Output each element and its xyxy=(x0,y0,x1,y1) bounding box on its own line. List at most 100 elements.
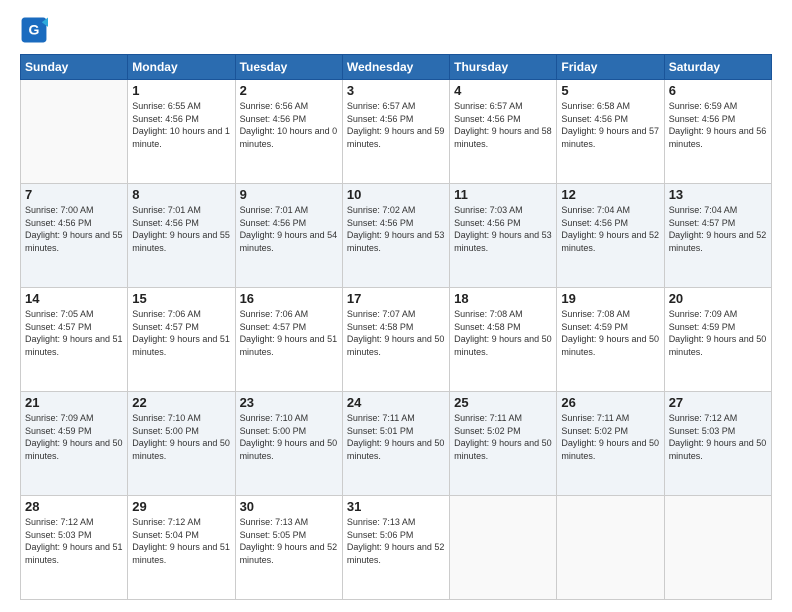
day-info: Sunrise: 6:56 AMSunset: 4:56 PMDaylight:… xyxy=(240,100,338,150)
day-info: Sunrise: 7:10 AMSunset: 5:00 PMDaylight:… xyxy=(132,412,230,462)
calendar-cell: 19 Sunrise: 7:08 AMSunset: 4:59 PMDayligh… xyxy=(557,288,664,392)
day-number: 13 xyxy=(669,187,767,202)
day-number: 5 xyxy=(561,83,659,98)
weekday-header-monday: Monday xyxy=(128,55,235,80)
day-number: 7 xyxy=(25,187,123,202)
day-info: Sunrise: 6:59 AMSunset: 4:56 PMDaylight:… xyxy=(669,100,767,150)
calendar-cell: 23Sunrise: 7:10 AMSunset: 5:00 PMDayligh… xyxy=(235,392,342,496)
day-info: Sunrise: 6:57 AMSunset: 4:56 PMDaylight:… xyxy=(454,100,552,150)
day-info: Sunrise: 7:08 AMSunset: 4:59 PMDaylight:… xyxy=(561,308,659,358)
calendar-cell xyxy=(450,496,557,600)
calendar-cell: 12Sunrise: 7:04 AMSunset: 4:56 PMDayligh… xyxy=(557,184,664,288)
day-info: Sunrise: 6:55 AMSunset: 4:56 PMDaylight:… xyxy=(132,100,230,150)
day-number: 25 xyxy=(454,395,552,410)
calendar-cell: 24 Sunrise: 7:11 AMSunset: 5:01 PMDayligh… xyxy=(342,392,449,496)
day-number: 2 xyxy=(240,83,338,98)
logo-icon: G xyxy=(20,16,48,44)
calendar-cell xyxy=(557,496,664,600)
day-number: 3 xyxy=(347,83,445,98)
calendar-cell: 7 Sunrise: 7:00 AMSunset: 4:56 PMDaylight… xyxy=(21,184,128,288)
day-info: Sunrise: 7:13 AMSunset: 5:05 PMDaylight:… xyxy=(240,516,338,566)
day-number: 18 xyxy=(454,291,552,306)
day-number: 28 xyxy=(25,499,123,514)
day-info: Sunrise: 7:11 AMSunset: 5:02 PMDaylight:… xyxy=(454,412,552,462)
day-info: Sunrise: 7:12 AMSunset: 5:04 PMDaylight:… xyxy=(132,516,230,566)
calendar-cell: 3 Sunrise: 6:57 AMSunset: 4:56 PMDaylight… xyxy=(342,80,449,184)
calendar-cell: 31 Sunrise: 7:13 AMSunset: 5:06 PMDayligh… xyxy=(342,496,449,600)
calendar-cell: 18 Sunrise: 7:08 AMSunset: 4:58 PMDayligh… xyxy=(450,288,557,392)
calendar-cell: 28 Sunrise: 7:12 AMSunset: 5:03 PMDayligh… xyxy=(21,496,128,600)
calendar-cell: 10Sunrise: 7:02 AMSunset: 4:56 PMDayligh… xyxy=(342,184,449,288)
day-number: 31 xyxy=(347,499,445,514)
day-info: Sunrise: 7:09 AMSunset: 4:59 PMDaylight:… xyxy=(669,308,767,358)
calendar-cell: 20 Sunrise: 7:09 AMSunset: 4:59 PMDayligh… xyxy=(664,288,771,392)
calendar-cell xyxy=(664,496,771,600)
calendar-cell: 14 Sunrise: 7:05 AMSunset: 4:57 PMDayligh… xyxy=(21,288,128,392)
day-number: 12 xyxy=(561,187,659,202)
day-number: 4 xyxy=(454,83,552,98)
day-number: 11 xyxy=(454,187,552,202)
day-info: Sunrise: 7:12 AMSunset: 5:03 PMDaylight:… xyxy=(669,412,767,462)
day-number: 15 xyxy=(132,291,230,306)
weekday-header-saturday: Saturday xyxy=(664,55,771,80)
header: G xyxy=(20,16,772,44)
day-info: Sunrise: 7:13 AMSunset: 5:06 PMDaylight:… xyxy=(347,516,445,566)
week-row-2: 7 Sunrise: 7:00 AMSunset: 4:56 PMDaylight… xyxy=(21,184,772,288)
day-info: Sunrise: 7:05 AMSunset: 4:57 PMDaylight:… xyxy=(25,308,123,358)
day-number: 19 xyxy=(561,291,659,306)
day-number: 6 xyxy=(669,83,767,98)
day-number: 8 xyxy=(132,187,230,202)
calendar-cell: 2 Sunrise: 6:56 AMSunset: 4:56 PMDaylight… xyxy=(235,80,342,184)
day-number: 21 xyxy=(25,395,123,410)
day-number: 23 xyxy=(240,395,338,410)
day-number: 22 xyxy=(132,395,230,410)
day-number: 30 xyxy=(240,499,338,514)
calendar-page: G SundayMondayTuesdayWednesdayThursdayFr… xyxy=(0,0,792,612)
calendar-cell: 11 Sunrise: 7:03 AMSunset: 4:56 PMDayligh… xyxy=(450,184,557,288)
week-row-3: 14 Sunrise: 7:05 AMSunset: 4:57 PMDayligh… xyxy=(21,288,772,392)
calendar-cell: 29Sunrise: 7:12 AMSunset: 5:04 PMDayligh… xyxy=(128,496,235,600)
day-number: 14 xyxy=(25,291,123,306)
day-info: Sunrise: 7:11 AMSunset: 5:02 PMDaylight:… xyxy=(561,412,659,462)
weekday-header-wednesday: Wednesday xyxy=(342,55,449,80)
day-number: 16 xyxy=(240,291,338,306)
day-info: Sunrise: 7:03 AMSunset: 4:56 PMDaylight:… xyxy=(454,204,552,254)
day-number: 20 xyxy=(669,291,767,306)
day-number: 27 xyxy=(669,395,767,410)
week-row-5: 28 Sunrise: 7:12 AMSunset: 5:03 PMDayligh… xyxy=(21,496,772,600)
calendar-cell: 1 Sunrise: 6:55 AMSunset: 4:56 PMDaylight… xyxy=(128,80,235,184)
day-info: Sunrise: 7:09 AMSunset: 4:59 PMDaylight:… xyxy=(25,412,123,462)
calendar-cell: 27 Sunrise: 7:12 AMSunset: 5:03 PMDayligh… xyxy=(664,392,771,496)
day-info: Sunrise: 7:04 AMSunset: 4:57 PMDaylight:… xyxy=(669,204,767,254)
day-info: Sunrise: 7:07 AMSunset: 4:58 PMDaylight:… xyxy=(347,308,445,358)
day-number: 24 xyxy=(347,395,445,410)
calendar-cell: 13 Sunrise: 7:04 AMSunset: 4:57 PMDayligh… xyxy=(664,184,771,288)
day-number: 1 xyxy=(132,83,230,98)
day-info: Sunrise: 7:00 AMSunset: 4:56 PMDaylight:… xyxy=(25,204,123,254)
day-number: 26 xyxy=(561,395,659,410)
day-info: Sunrise: 7:08 AMSunset: 4:58 PMDaylight:… xyxy=(454,308,552,358)
calendar-cell: 6 Sunrise: 6:59 AMSunset: 4:56 PMDaylight… xyxy=(664,80,771,184)
calendar-cell: 25 Sunrise: 7:11 AMSunset: 5:02 PMDayligh… xyxy=(450,392,557,496)
calendar-cell: 21 Sunrise: 7:09 AMSunset: 4:59 PMDayligh… xyxy=(21,392,128,496)
day-info: Sunrise: 7:06 AMSunset: 4:57 PMDaylight:… xyxy=(240,308,338,358)
day-info: Sunrise: 7:11 AMSunset: 5:01 PMDaylight:… xyxy=(347,412,445,462)
day-info: Sunrise: 7:12 AMSunset: 5:03 PMDaylight:… xyxy=(25,516,123,566)
calendar-cell: 9 Sunrise: 7:01 AMSunset: 4:56 PMDaylight… xyxy=(235,184,342,288)
day-info: Sunrise: 7:06 AMSunset: 4:57 PMDaylight:… xyxy=(132,308,230,358)
calendar-cell: 5Sunrise: 6:58 AMSunset: 4:56 PMDaylight… xyxy=(557,80,664,184)
day-info: Sunrise: 6:57 AMSunset: 4:56 PMDaylight:… xyxy=(347,100,445,150)
day-number: 17 xyxy=(347,291,445,306)
week-row-4: 21 Sunrise: 7:09 AMSunset: 4:59 PMDayligh… xyxy=(21,392,772,496)
calendar-cell: 26 Sunrise: 7:11 AMSunset: 5:02 PMDayligh… xyxy=(557,392,664,496)
calendar-cell: 17 Sunrise: 7:07 AMSunset: 4:58 PMDayligh… xyxy=(342,288,449,392)
calendar-cell: 15 Sunrise: 7:06 AMSunset: 4:57 PMDayligh… xyxy=(128,288,235,392)
logo: G xyxy=(20,16,52,44)
calendar-cell: 4 Sunrise: 6:57 AMSunset: 4:56 PMDaylight… xyxy=(450,80,557,184)
weekday-header-row: SundayMondayTuesdayWednesdayThursdayFrid… xyxy=(21,55,772,80)
svg-text:G: G xyxy=(29,22,40,38)
day-number: 9 xyxy=(240,187,338,202)
calendar-cell: 30 Sunrise: 7:13 AMSunset: 5:05 PMDayligh… xyxy=(235,496,342,600)
day-info: Sunrise: 7:01 AMSunset: 4:56 PMDaylight:… xyxy=(240,204,338,254)
calendar-table: SundayMondayTuesdayWednesdayThursdayFrid… xyxy=(20,54,772,600)
